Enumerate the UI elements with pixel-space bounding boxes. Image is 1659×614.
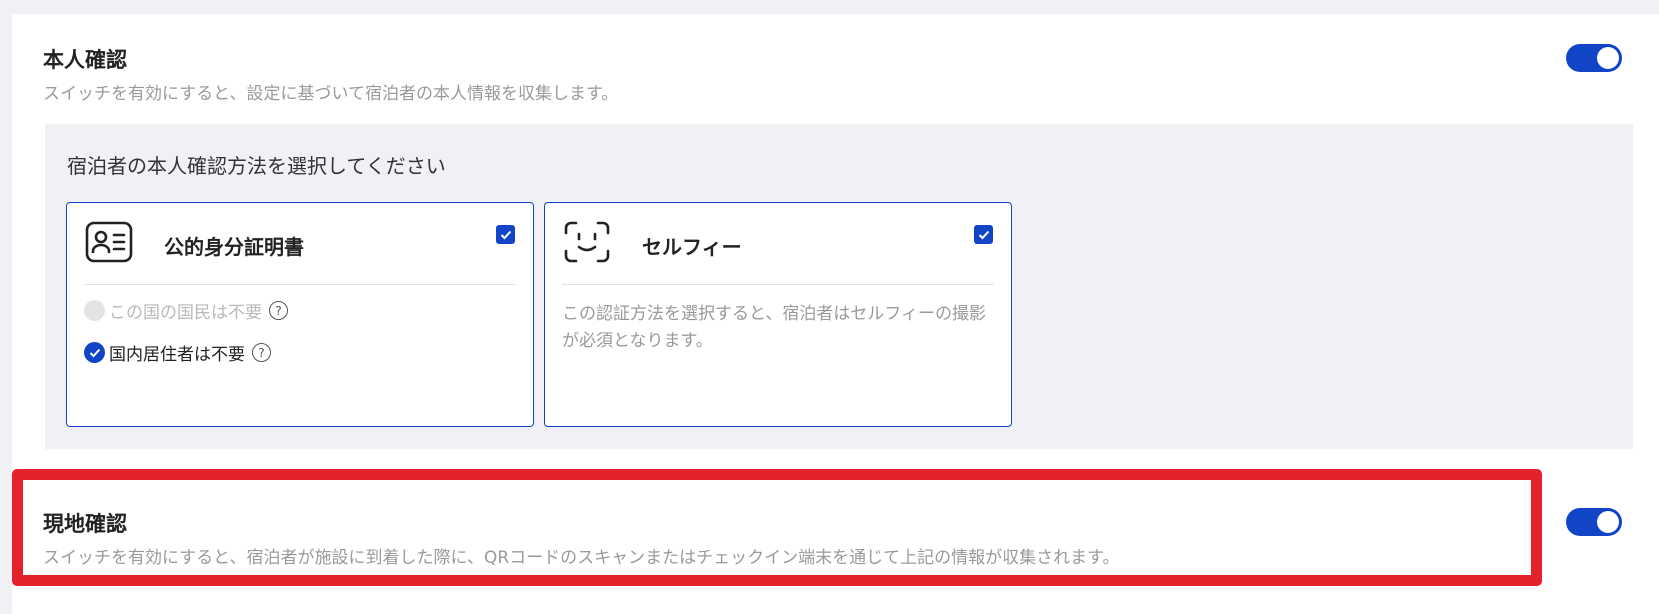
check-icon — [500, 230, 511, 239]
selfie-method-card[interactable]: セルフィー この認証方法を選択すると、宿泊者はセルフィーの撮影が必須となります。 — [544, 202, 1012, 427]
help-icon[interactable]: ? — [269, 301, 288, 320]
option-citizens-exempt[interactable]: この国の国民は不要 ? — [84, 298, 288, 323]
option-label: この国の国民は不要 — [109, 303, 262, 323]
id-card-method-card[interactable]: 公的身分証明書 この国の国民は不要 ? 国内居住者は不要 ? — [66, 202, 534, 427]
toggle-knob — [1597, 47, 1619, 69]
id-card-title: 公的身分証明書 — [164, 235, 304, 259]
identity-toggle[interactable] — [1566, 44, 1622, 72]
selfie-description: この認証方法を選択すると、宿泊者はセルフィーの撮影が必須となります。 — [562, 304, 986, 351]
toggle-knob — [1597, 511, 1619, 533]
identity-description: スイッチを有効にすると、設定に基づいて宿泊者の本人情報を収集します。 — [43, 84, 619, 104]
methods-heading: 宿泊者の本人確認方法を選択してください — [67, 154, 446, 178]
option-residents-exempt[interactable]: 国内居住者は不要 ? — [84, 340, 271, 365]
id-card-checkbox[interactable] — [496, 225, 515, 244]
disabled-checkbox-icon — [84, 300, 105, 321]
check-icon — [978, 230, 989, 239]
face-scan-icon — [564, 221, 610, 263]
onsite-toggle[interactable] — [1566, 508, 1622, 536]
selfie-checkbox[interactable] — [974, 225, 993, 244]
checked-circle-icon — [84, 342, 105, 363]
card-divider — [562, 284, 994, 285]
onsite-description: スイッチを有効にすると、宿泊者が施設に到着した際に、QRコードのスキャンまたはチ… — [43, 548, 1120, 568]
settings-panel: 本人確認 スイッチを有効にすると、設定に基づいて宿泊者の本人情報を収集します。 … — [12, 14, 1659, 614]
help-icon[interactable]: ? — [252, 343, 271, 362]
option-label: 国内居住者は不要 — [109, 345, 245, 365]
card-divider — [84, 284, 516, 285]
id-card-icon — [85, 221, 133, 263]
identity-title: 本人確認 — [43, 48, 127, 72]
onsite-title: 現地確認 — [43, 512, 127, 536]
selfie-title: セルフィー — [642, 235, 742, 259]
verification-methods-box: 宿泊者の本人確認方法を選択してください 公的身分証明書 この国の国民は不要 ? … — [45, 124, 1633, 449]
